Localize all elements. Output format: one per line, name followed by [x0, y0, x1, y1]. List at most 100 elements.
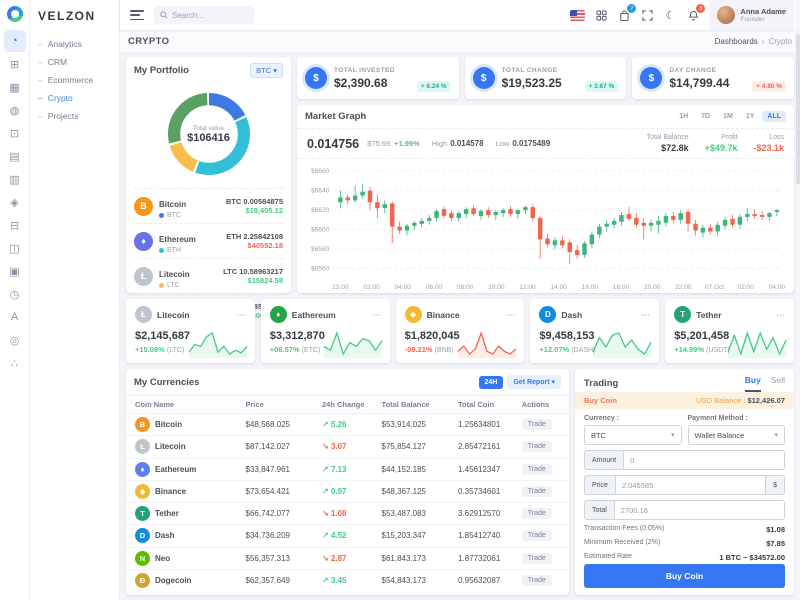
rail-icon-glyph: ◔	[11, 35, 18, 47]
topbar-actions: 7 ☾ 3 Anna Adame Founder	[570, 0, 794, 30]
coin-price: $62,357.649	[245, 575, 291, 585]
language-flag-icon[interactable]	[570, 9, 586, 21]
coin-change: +08.57%	[269, 345, 300, 354]
more-menu-icon[interactable]: ⋯	[776, 310, 785, 319]
more-menu-icon[interactable]: ⋯	[641, 310, 650, 319]
trade-button[interactable]: Trade	[521, 485, 552, 497]
notifications-bell-icon[interactable]: 3	[686, 4, 706, 22]
rail-nav-icon[interactable]: ◎	[4, 329, 26, 351]
balance-value: $72.8k	[661, 143, 689, 153]
total-coin: 1.85412740	[458, 531, 501, 541]
price-input[interactable]	[615, 476, 766, 494]
coin-name: Binance	[426, 309, 460, 320]
more-menu-icon[interactable]: ⋯	[237, 310, 246, 319]
logo-icon[interactable]	[6, 6, 23, 22]
stat-coin-icon: $	[640, 67, 663, 89]
profit-label: Profit	[721, 134, 738, 141]
rail-nav-icon[interactable]: A	[4, 306, 26, 328]
trade-button[interactable]: Trade	[521, 441, 552, 453]
fullscreen-icon[interactable]	[640, 8, 654, 22]
search-input[interactable]	[172, 10, 248, 20]
brand-logo[interactable]: VELZON	[30, 0, 119, 35]
col-change: 24h Change	[322, 400, 365, 409]
total-input[interactable]	[614, 501, 784, 519]
coin-name: Litecoin	[157, 309, 190, 320]
coin-icon: T	[674, 306, 692, 323]
rail-nav-icon[interactable]: ▤	[4, 145, 26, 167]
trading-tab[interactable]: Buy	[744, 375, 761, 392]
svg-text:$6640: $6640	[311, 188, 330, 195]
rail-nav-icon[interactable]: ⊟	[4, 214, 26, 236]
profit-value: +$49.7k	[704, 143, 738, 153]
portfolio-currency-select[interactable]: BTC ▾	[250, 63, 283, 78]
app-shell: ◔ ⊞ ▦ ◍ ⊡ ▤ ▥ ◈ ⊟ ◫ ▣ ◷ A ◎ ∴ VELZON Analytics CRM Ecomm…	[0, 0, 800, 600]
rail-icon-glyph: ◫	[9, 242, 20, 255]
sidebar-item[interactable]: Projects	[30, 107, 119, 125]
get-report-button[interactable]: Get Report ▾	[507, 375, 561, 389]
coin-change: +14.99%	[674, 345, 705, 354]
more-menu-icon[interactable]: ⋯	[506, 310, 515, 319]
range-button[interactable]: 1H	[674, 111, 693, 122]
trade-button[interactable]: Trade	[521, 463, 552, 475]
user-menu[interactable]: Anna Adame Founder	[709, 0, 794, 30]
rail-nav-icon[interactable]: ◫	[4, 237, 26, 259]
table-row: N Neo $56,357.313 ↘ 2.87 $61,843.173 1.87…	[126, 548, 569, 570]
hamburger-icon[interactable]	[130, 10, 144, 20]
buy-coin-button[interactable]: Buy Coin	[584, 564, 785, 588]
cart-icon[interactable]: 7	[617, 4, 637, 22]
sidebar-item[interactable]: CRM	[30, 53, 119, 71]
usd-balance-label: USD Balance :	[696, 396, 746, 405]
scrollbar-thumb[interactable]	[795, 34, 800, 184]
trade-button[interactable]: Trade	[521, 508, 552, 520]
scrollbar[interactable]	[795, 0, 800, 600]
low-label: Low	[495, 139, 510, 148]
table-row: Ð Dogecoin $62,357.649 ↗ 3.45 $54,843.173…	[126, 570, 569, 591]
trend-arrow-icon: ↗	[322, 531, 329, 541]
sparkline-chart	[727, 330, 787, 358]
currencies-title: My Currencies	[134, 376, 200, 388]
candles-svg: $6660 $6640 $6620 $6600 $6580 $6560 23:00 02:00…	[311, 168, 785, 291]
range-button[interactable]: 1Y	[741, 111, 760, 122]
sidebar-item[interactable]: Analytics	[30, 35, 119, 53]
total-coin: 1.45612347	[458, 464, 501, 474]
market-price-usd: $75.69	[367, 139, 391, 148]
coin-name: Tether	[696, 309, 722, 320]
amount-input[interactable]	[624, 451, 784, 469]
total-balance: $15,203.347	[381, 531, 427, 541]
candlestick-chart: $6660 $6640 $6620 $6600 $6580 $6560 23:00 02:00…	[297, 159, 794, 293]
more-menu-icon[interactable]: ⋯	[372, 310, 381, 319]
rail-nav-icon[interactable]: ∴	[4, 352, 26, 374]
rail-nav-icon[interactable]: ◷	[4, 283, 26, 305]
dark-mode-icon[interactable]: ☾	[663, 8, 677, 22]
rail-nav-icon[interactable]: ◈	[4, 191, 26, 213]
portfolio-title: My Portfolio	[134, 65, 189, 76]
total-addon: Total	[585, 501, 615, 519]
sidebar-item[interactable]: Ecommerce	[30, 71, 119, 89]
trade-button[interactable]: Trade	[521, 552, 552, 564]
sidebar: VELZON Analytics CRM Ecommerce Crypto Projec…	[30, 0, 120, 600]
trade-button[interactable]: Trade	[521, 530, 552, 542]
rail-nav-icon[interactable]: ⊞	[4, 53, 26, 75]
rail-nav-icon[interactable]: ◔	[3, 30, 26, 52]
currency-select[interactable]: BTC ▾	[584, 425, 682, 445]
rail-nav-icon[interactable]: ⊡	[4, 122, 26, 144]
breadcrumb-root[interactable]: Dashboards	[715, 37, 758, 46]
sidebar-item[interactable]: Crypto	[30, 89, 119, 107]
min-received-label: Minimum Received (2%)	[584, 539, 661, 546]
rail-nav-icon[interactable]: ▦	[4, 76, 26, 98]
change-value: 1.08	[330, 509, 347, 519]
rail-nav-icon[interactable]: ▥	[4, 168, 26, 190]
range-button[interactable]: 1M	[718, 111, 738, 122]
sidebar-item-label: CRM	[47, 57, 68, 67]
rail-nav-icon[interactable]: ◍	[4, 99, 26, 121]
payment-method-select[interactable]: Wallet Balance ▾	[687, 425, 785, 445]
trading-tab[interactable]: Sell	[771, 375, 785, 392]
trade-button[interactable]: Trade	[521, 574, 552, 586]
filter-24h-button[interactable]: 24H	[478, 375, 504, 389]
range-button[interactable]: 7D	[696, 111, 715, 122]
trade-button[interactable]: Trade	[521, 419, 552, 431]
rail-nav-icon[interactable]: ▣	[4, 260, 26, 282]
apps-grid-icon[interactable]	[594, 8, 608, 22]
range-button[interactable]: ALL	[762, 111, 786, 122]
chevron-down-icon: ▾	[670, 432, 675, 439]
